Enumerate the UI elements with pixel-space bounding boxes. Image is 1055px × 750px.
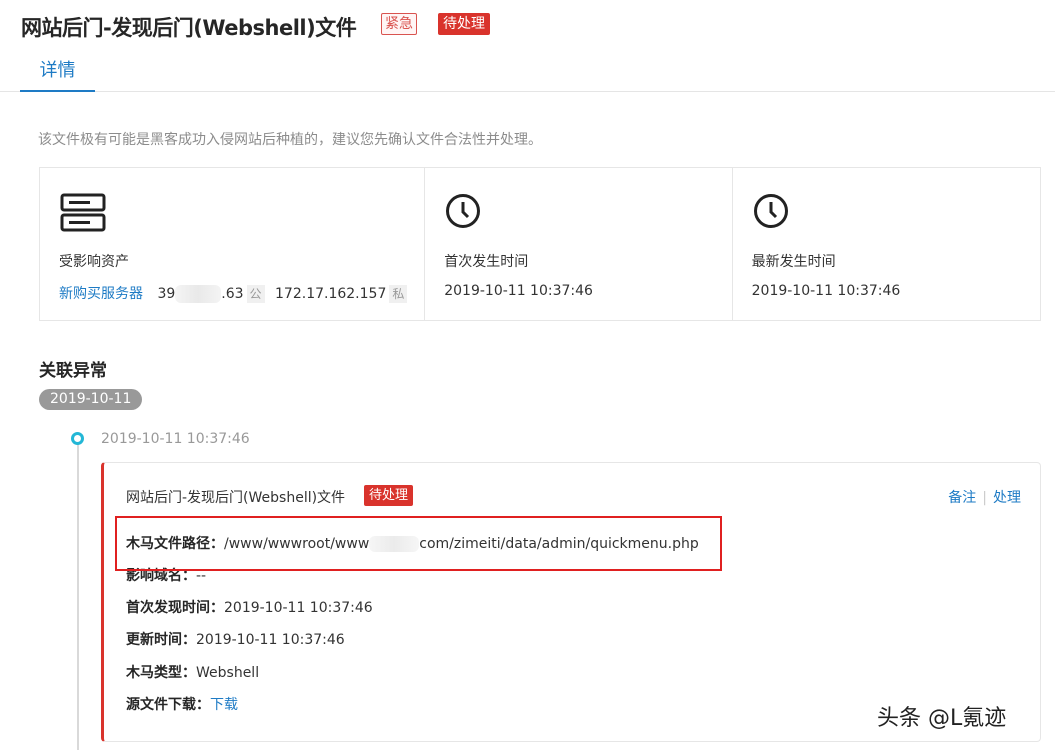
pending-status-badge: 待处理 [438,13,490,35]
affected-asset-value: 新购买服务器 39 .63 公 172.17.162.157 私 [59,283,408,303]
trojan-type-field: 木马类型：Webshell [126,662,259,682]
update-time-field: 更新时间：2019-10-11 10:37:46 [126,629,345,649]
affected-asset-label: 受影响资产 [59,254,129,270]
notice-text: 该文件极有可能是黑客成功入侵网站后种植的，建议您先确认文件合法性并处理。 [38,132,542,148]
first-found-field: 首次发现时间：2019-10-11 10:37:46 [126,597,373,617]
first-occurrence-block: 首次发生时间 2019-10-11 10:37:46 [425,168,733,320]
source-download-field: 源文件下载：下载 [126,694,238,714]
public-ip-tag: 公 [246,285,265,303]
clock-icon [753,193,789,233]
affected-asset-block: 受影响资产 新购买服务器 39 .63 公 172.17.162.157 私 [40,168,426,320]
first-found-label: 首次发现时间： [126,600,224,616]
latest-occurrence-block: 最新发生时间 2019-10-11 10:37:46 [733,168,1040,320]
watermark: 头条 @L氪迹 [877,706,1007,731]
page-header: 网站后门-发现后门(Webshell)文件 紧急 待处理 详情 [0,0,1055,92]
public-ip-prefix: 39 [157,286,176,302]
first-found-value: 2019-10-11 10:37:46 [224,600,373,616]
annotation-highlight-box [115,516,722,571]
latest-occurrence-value: 2019-10-11 10:37:46 [751,283,901,299]
update-time-label: 更新时间： [126,632,196,648]
timeline-dot [71,432,84,445]
first-occurrence-label: 首次发生时间 [444,254,529,270]
latest-occurrence-label: 最新发生时间 [751,254,836,270]
public-ip-suffix: .63 [221,286,244,302]
timeline-time: 2019-10-11 10:37:46 [101,431,250,447]
anomaly-status-badge: 待处理 [364,485,414,506]
trojan-type-value: Webshell [196,665,260,681]
handle-button[interactable]: 处理 [993,490,1021,506]
action-divider: | [982,490,987,506]
download-link[interactable]: 下载 [210,697,238,713]
anomaly-card-actions: 备注 | 处理 [948,487,1021,507]
server-link[interactable]: 新购买服务器 [59,286,143,302]
first-occurrence-value: 2019-10-11 10:37:46 [444,283,593,299]
private-ip: 172.17.162.157 [275,286,387,302]
server-icon [60,193,106,237]
private-ip-tag: 私 [389,285,408,303]
timeline-line [77,438,79,750]
timeline-date-pill: 2019-10-11 [39,389,143,410]
trojan-type-label: 木马类型： [126,665,196,681]
update-time-value: 2019-10-11 10:37:46 [196,632,345,648]
anomaly-card-title: 网站后门-发现后门(Webshell)文件 [126,490,346,506]
note-button[interactable]: 备注 [948,490,976,506]
related-anomalies-title: 关联异常 [39,361,107,381]
source-download-label: 源文件下载： [126,697,210,713]
summary-panel: 受影响资产 新购买服务器 39 .63 公 172.17.162.157 私 首次发生… [39,167,1041,321]
clock-icon [445,193,481,233]
page-title: 网站后门-发现后门(Webshell)文件 [21,16,357,40]
urgent-badge: 紧急 [381,13,417,35]
redacted-ip-segment [175,285,222,303]
tab-detail[interactable]: 详情 [20,56,95,92]
